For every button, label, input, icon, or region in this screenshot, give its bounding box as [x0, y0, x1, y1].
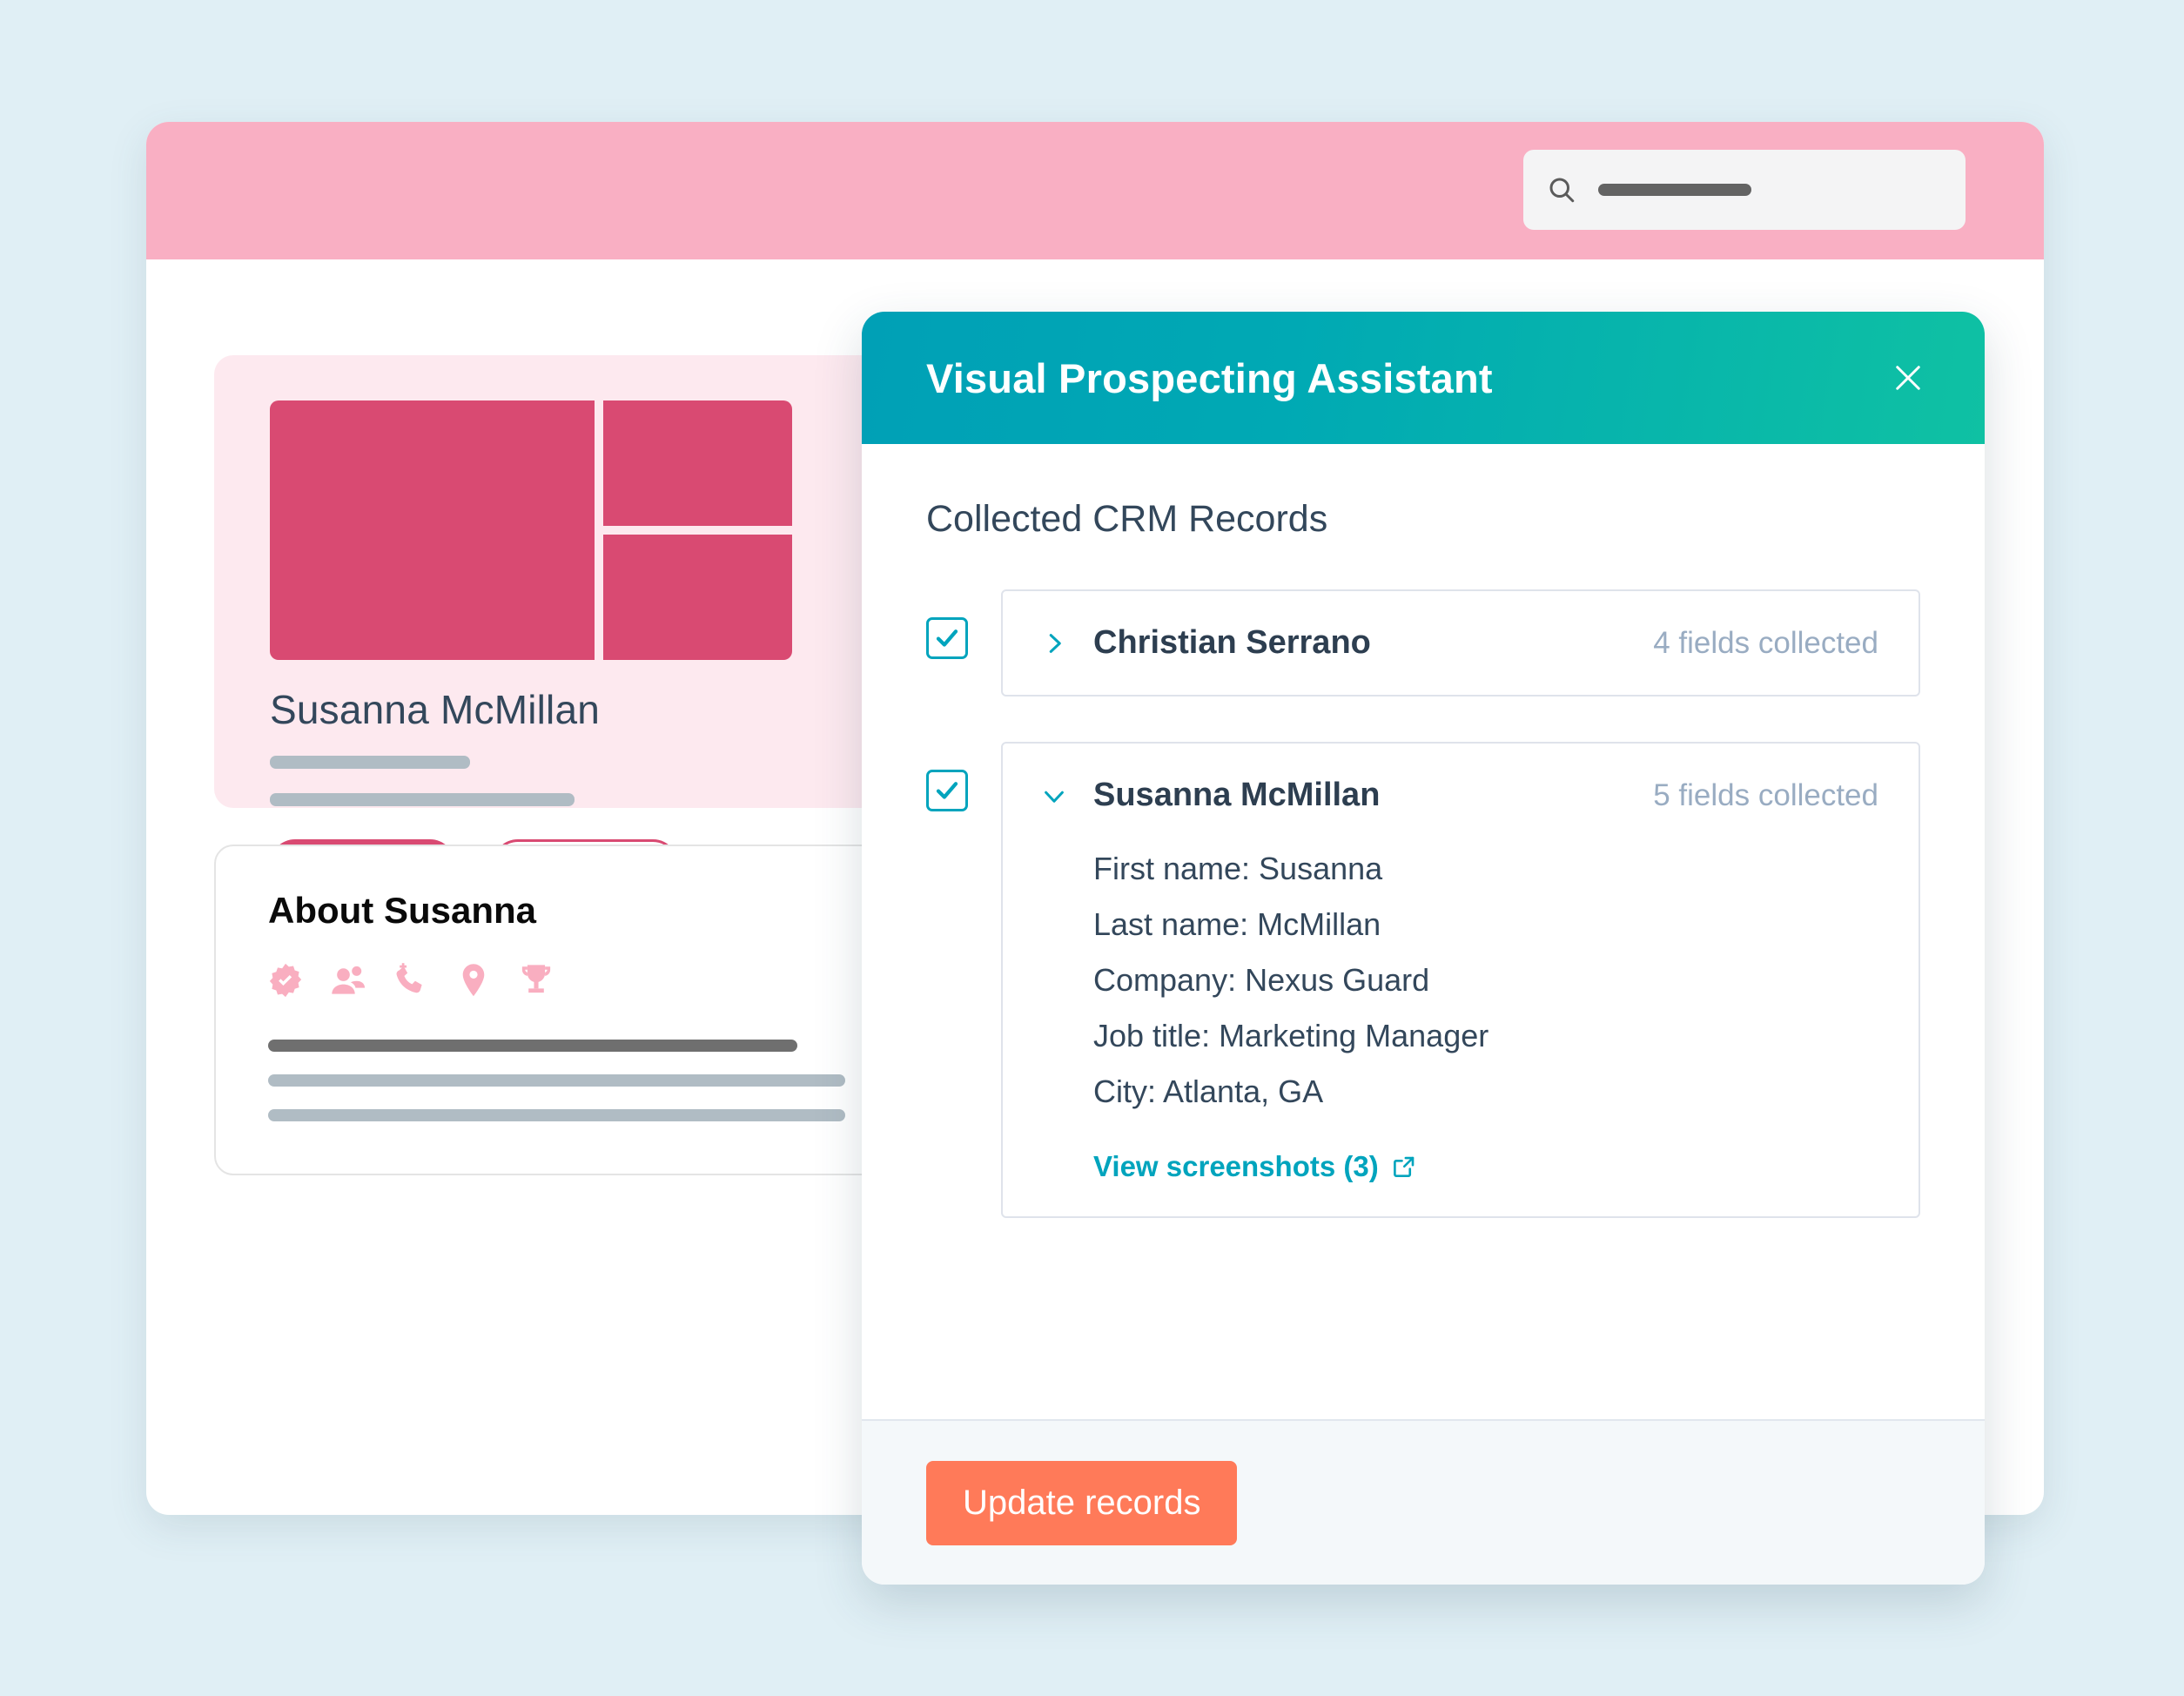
record-checkbox[interactable] [926, 617, 968, 659]
chevron-down-icon[interactable] [1041, 783, 1067, 809]
record-checkbox[interactable] [926, 770, 968, 811]
record-row: Christian Serrano 4 fields collected [926, 589, 1920, 697]
search-icon [1549, 178, 1575, 203]
photo-block-top-right [603, 400, 792, 526]
record-name: Susanna McMillan [1093, 777, 1381, 813]
phone-add-icon [396, 963, 422, 993]
record-card[interactable]: Christian Serrano 4 fields collected [1001, 589, 1920, 697]
record-field: City: Atlanta, GA [1093, 1073, 1324, 1109]
external-link-icon [1393, 1156, 1415, 1177]
visual-prospecting-assistant-dialog: Visual Prospecting Assistant Collected C… [862, 312, 1985, 1585]
photo-block-large [270, 400, 595, 660]
verified-badge-icon [269, 963, 302, 998]
record-row: Susanna McMillan 5 fields collected Firs… [926, 742, 1920, 1218]
search-input-value [1598, 184, 1751, 196]
view-screenshots-link[interactable]: View screenshots (3) [1093, 1150, 1417, 1183]
location-pin-icon [462, 964, 485, 997]
record-field: Job title: Marketing Manager [1093, 1018, 1489, 1053]
checkmark-icon [936, 629, 958, 647]
close-button[interactable] [1884, 353, 1932, 402]
about-placeholder-line [268, 1109, 845, 1121]
profile-photo-placeholder [270, 400, 792, 660]
chevron-right-icon[interactable] [1041, 630, 1067, 656]
record-field-list: First name: Susanna Last name: McMillan … [1041, 851, 1878, 1183]
record-card[interactable]: Susanna McMillan 5 fields collected Firs… [1001, 742, 1920, 1218]
close-icon [1896, 366, 1920, 390]
about-placeholder-line [268, 1074, 845, 1087]
update-records-button[interactable]: Update records [926, 1460, 1238, 1545]
about-icon-row [266, 961, 555, 999]
profile-placeholder-line [270, 756, 470, 769]
contacts-icon [332, 966, 366, 994]
profile-name: Susanna McMillan [270, 687, 601, 732]
dialog-title: Visual Prospecting Assistant [926, 354, 1493, 401]
view-screenshots-label: View screenshots (3) [1093, 1150, 1379, 1182]
record-header[interactable]: Christian Serrano 4 fields collected [1041, 624, 1878, 662]
trophy-icon [521, 965, 551, 993]
photo-block-bottom-right [603, 535, 792, 660]
crm-topbar [146, 122, 2044, 259]
record-field-count: 5 fields collected [1653, 777, 1878, 812]
dialog-header: Visual Prospecting Assistant [862, 312, 1985, 444]
record-field: First name: Susanna [1093, 851, 1383, 886]
about-card-title: About Susanna [268, 890, 537, 931]
record-name: Christian Serrano [1093, 624, 1371, 661]
dialog-footer: Update records [862, 1419, 1985, 1585]
record-header[interactable]: Susanna McMillan 5 fields collected [1041, 777, 1878, 814]
profile-placeholder-line [270, 793, 575, 806]
section-title: Collected CRM Records [926, 498, 1328, 540]
record-field: Company: Nexus Guard [1093, 962, 1430, 998]
checkmark-icon [936, 782, 958, 799]
about-placeholder-line [268, 1040, 797, 1052]
record-field: Last name: McMillan [1093, 906, 1381, 942]
dialog-body: Collected CRM Records Christian Serrano … [862, 444, 1985, 1419]
search-input[interactable] [1523, 150, 1966, 230]
record-field-count: 4 fields collected [1653, 625, 1878, 660]
